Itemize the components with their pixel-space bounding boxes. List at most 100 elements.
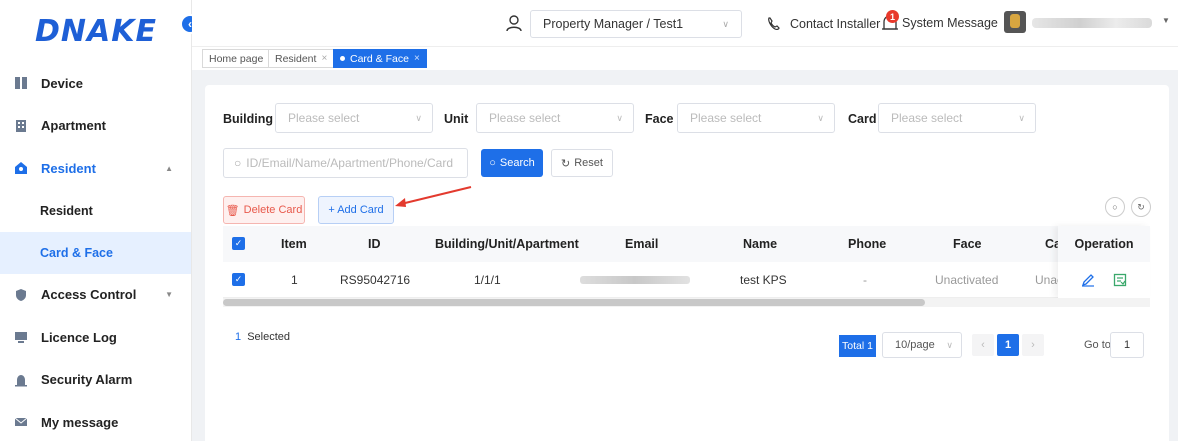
phone-icon: [768, 17, 780, 31]
system-message-link[interactable]: 1 System Message: [880, 10, 998, 34]
sidebar-subitem-card-face[interactable]: Card & Face: [0, 231, 191, 274]
tab-label: Home page: [209, 52, 264, 65]
cell-item: 1: [291, 273, 298, 287]
building-select-placeholder: Please select: [288, 111, 360, 125]
unit-label: Unit: [444, 112, 469, 126]
alarm-icon: [14, 373, 28, 387]
sidebar-item-resident[interactable]: Resident ▲: [0, 147, 191, 190]
trash-icon: 🗑: [225, 204, 240, 217]
refresh-tool-icon[interactable]: ↻: [1131, 197, 1151, 217]
chevron-down-icon[interactable]: ▼: [1162, 16, 1170, 25]
col-phone: Phone: [848, 237, 887, 251]
col-operation: Operation: [1058, 226, 1150, 262]
main-content: Building Please select ∨ Unit Please sel…: [205, 85, 1169, 441]
close-icon[interactable]: ×: [414, 53, 420, 64]
logo-text: DNAKE: [35, 13, 157, 49]
record-icon[interactable]: [1113, 273, 1127, 287]
active-dot: [340, 56, 345, 61]
sidebar-item-label: Resident: [41, 160, 96, 176]
user-icon: [506, 15, 522, 32]
table-header: ✓ Item ID Building/Unit/Apartment Email …: [223, 226, 1150, 262]
sidebar-item-label: Security Alarm: [41, 372, 133, 388]
chevron-down-icon: ▼: [165, 290, 173, 300]
shield-icon: [14, 288, 28, 302]
avatar[interactable]: [1004, 11, 1026, 33]
delete-card-label: Delete Card: [243, 204, 303, 216]
chevron-down-icon: ∨: [415, 112, 422, 123]
page-button-current[interactable]: 1: [997, 334, 1019, 356]
message-icon: [14, 415, 28, 429]
search-input[interactable]: ○ ID/Email/Name/Apartment/Phone/Card: [223, 148, 468, 178]
cell-email-blurred: [580, 276, 690, 284]
building-select[interactable]: Please select ∨: [275, 103, 433, 133]
search-placeholder: ID/Email/Name/Apartment/Phone/Card: [246, 156, 454, 170]
selected-label: Selected: [247, 331, 290, 343]
delete-card-button[interactable]: 🗑 Delete Card: [223, 196, 305, 224]
sidebar-item-apartment[interactable]: Apartment: [0, 105, 191, 148]
system-message-label: System Message: [902, 16, 998, 30]
tab-resident[interactable]: Resident ×: [268, 49, 335, 68]
scrollbar-thumb[interactable]: [223, 299, 925, 306]
user-name-blurred: [1032, 18, 1152, 28]
goto-page-input[interactable]: 1: [1110, 332, 1144, 358]
chevron-up-icon: ▲: [165, 163, 173, 173]
total-count: Total 1: [839, 335, 876, 357]
cell-building: 1/1/1: [474, 273, 501, 287]
tab-card-face[interactable]: Card & Face ×: [333, 49, 427, 68]
col-face: Face: [953, 237, 982, 251]
selected-count: 1 Selected: [235, 331, 290, 343]
sidebar-item-label: My message: [41, 414, 119, 430]
reset-button[interactable]: ↻ Reset: [551, 149, 613, 177]
reset-button-label: Reset: [574, 157, 603, 169]
tab-label: Card & Face: [350, 52, 409, 65]
page-size-select[interactable]: 10/page ∨: [882, 332, 962, 358]
edit-icon[interactable]: [1081, 273, 1095, 287]
annotation-arrow: [395, 186, 472, 207]
sidebar-item-label: Access Control: [41, 287, 137, 303]
close-icon[interactable]: ×: [321, 53, 327, 64]
next-page-button[interactable]: ›: [1022, 334, 1044, 356]
cell-id: RS95042716: [340, 273, 411, 287]
search-icon: ○: [489, 157, 496, 169]
chevron-down-icon: ∨: [946, 339, 953, 350]
contact-installer-link[interactable]: Contact Installer: [766, 16, 880, 32]
sidebar-item-label: Apartment: [41, 118, 107, 134]
unit-select[interactable]: Please select ∨: [476, 103, 634, 133]
search-tool-icon[interactable]: ○: [1105, 197, 1125, 217]
sidebar: DNAKE ‹ Device Apartment Resident ▲ Resi…: [0, 0, 200, 441]
prev-page-button[interactable]: ‹: [972, 334, 994, 356]
cell-face: Unactivated: [935, 273, 999, 287]
col-name: Name: [743, 237, 778, 251]
apartment-icon: [14, 119, 28, 133]
resident-icon: [14, 161, 28, 175]
card-select-placeholder: Please select: [891, 111, 963, 125]
add-card-button[interactable]: + Add Card: [318, 196, 394, 224]
face-select-placeholder: Please select: [690, 111, 762, 125]
page-size-value: 10/page: [895, 339, 935, 351]
sidebar-item-label: Device: [41, 75, 83, 91]
sidebar-item-device[interactable]: Device: [0, 62, 191, 105]
card-select[interactable]: Please select ∨: [878, 103, 1036, 133]
bell-icon: 1: [880, 10, 900, 34]
search-button[interactable]: ○ Search: [481, 149, 543, 177]
role-select[interactable]: Property Manager / Test1 ∨: [530, 10, 742, 38]
unit-select-placeholder: Please select: [489, 111, 561, 125]
select-all-checkbox[interactable]: ✓: [232, 237, 245, 250]
tab-home[interactable]: Home page: [202, 49, 271, 68]
row-checkbox[interactable]: ✓: [232, 273, 245, 286]
operation-column: Operation: [1058, 226, 1150, 298]
notification-badge: 1: [886, 10, 899, 23]
sidebar-item-my-message[interactable]: My message: [0, 401, 191, 441]
chevron-down-icon: ∨: [722, 18, 729, 29]
col-item: Item: [281, 237, 307, 251]
sidebar-item-security-alarm[interactable]: Security Alarm: [0, 359, 191, 402]
col-id: ID: [368, 237, 381, 251]
sidebar-subitem-resident[interactable]: Resident: [0, 190, 191, 232]
tab-label: Resident: [275, 52, 317, 65]
top-header: Property Manager / Test1 ∨ Contact Insta…: [192, 0, 1178, 46]
sidebar-item-access-control[interactable]: Access Control ▼: [0, 274, 191, 317]
horizontal-scrollbar[interactable]: [223, 298, 1150, 307]
face-select[interactable]: Please select ∨: [677, 103, 835, 133]
table-row[interactable]: ✓ 1 RS95042716 1/1/1 test KPS - Unactiva…: [223, 262, 1150, 298]
sidebar-item-licence-log[interactable]: Licence Log: [0, 316, 191, 359]
